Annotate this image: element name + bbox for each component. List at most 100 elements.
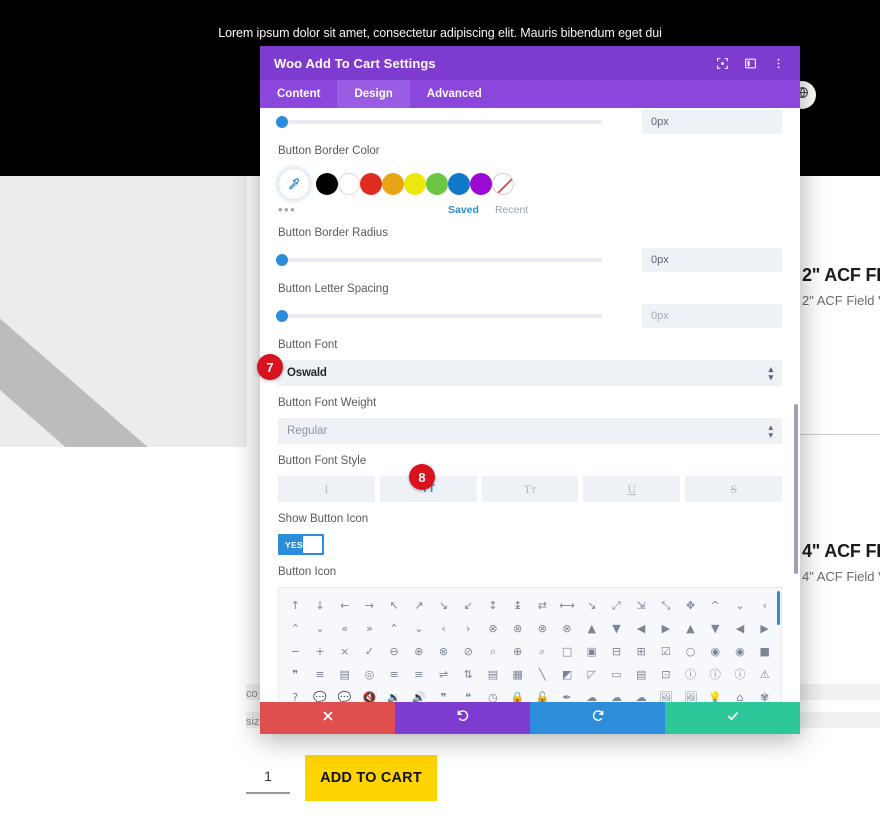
icon-option[interactable]: × [332, 640, 357, 663]
icon-option[interactable]: 🔇 [357, 686, 382, 702]
slider-knob[interactable] [276, 116, 288, 128]
icon-option[interactable]: ↘ [579, 594, 604, 617]
icon-option[interactable]: ❞ [431, 686, 456, 702]
icon-option[interactable]: ⌕ [481, 640, 506, 663]
icon-option[interactable]: 🖼 [678, 686, 703, 702]
icon-option[interactable]: ◷ [481, 686, 506, 702]
swatch-none[interactable] [492, 173, 514, 195]
icon-option[interactable]: ↨ [505, 594, 530, 617]
icon-option[interactable]: ⓘ [678, 663, 703, 686]
button-icon-picker[interactable]: ↑↓←→↖↗↘↙↕↨⇄⟷↘⤢⇲⤡✥^⌄‹⌃⌄«»⌃⌄‹›⊗⊗⊗⊗▲▼◀▶▲▼◀▶… [278, 587, 782, 702]
icon-option[interactable]: 💬 [308, 686, 333, 702]
icon-option[interactable]: ◀ [629, 617, 654, 640]
icon-option[interactable]: ↕ [481, 594, 506, 617]
layout-panel-icon[interactable] [743, 56, 758, 71]
icon-option[interactable]: ↖ [382, 594, 407, 617]
icon-option[interactable]: ☁ [629, 686, 654, 702]
button-font-weight-select[interactable]: Regular ▴▾ [278, 418, 782, 444]
icon-option[interactable]: ⌄ [407, 617, 432, 640]
icon-option[interactable]: » [357, 617, 382, 640]
quantity-input[interactable]: 1 [246, 760, 290, 794]
icon-option[interactable]: ▤ [332, 663, 357, 686]
save-button[interactable] [665, 702, 800, 734]
icon-option[interactable]: + [308, 640, 333, 663]
icon-option[interactable]: ✾ [752, 686, 777, 702]
letter-spacing-slider[interactable] [278, 314, 602, 318]
swatch-black[interactable] [316, 173, 338, 195]
border-width-slider[interactable] [278, 120, 602, 124]
icon-option[interactable]: ^ [703, 594, 728, 617]
icon-option[interactable]: ⊕ [407, 640, 432, 663]
icon-option[interactable]: ⚠ [752, 663, 777, 686]
icon-option[interactable]: ⤡ [654, 594, 679, 617]
undo-button[interactable] [395, 702, 530, 734]
swatch-yellow[interactable] [404, 173, 426, 195]
icon-option[interactable]: ◩ [555, 663, 580, 686]
icon-option[interactable]: ⊖ [382, 640, 407, 663]
letter-spacing-value[interactable]: 0px [642, 304, 782, 328]
icon-option[interactable]: ⊡ [654, 663, 679, 686]
icon-option[interactable]: ▲ [579, 617, 604, 640]
slider-knob[interactable] [276, 254, 288, 266]
icon-option[interactable]: ⌄ [308, 617, 333, 640]
icon-option[interactable]: ⓘ [728, 663, 753, 686]
icon-option[interactable]: ▣ [579, 640, 604, 663]
tab-advanced[interactable]: Advanced [410, 80, 499, 108]
icon-option[interactable]: ⌄ [728, 594, 753, 617]
icon-option[interactable]: − [283, 640, 308, 663]
icon-option[interactable]: › [456, 617, 481, 640]
icon-option[interactable]: ✥ [678, 594, 703, 617]
icon-option[interactable]: ⟷ [555, 594, 580, 617]
icon-option[interactable]: ☁ [579, 686, 604, 702]
slider-knob[interactable] [276, 310, 288, 322]
icon-option[interactable]: ≡ [407, 663, 432, 686]
icon-option[interactable]: 🔒 [505, 686, 530, 702]
swatch-purple[interactable] [470, 173, 492, 195]
icon-option[interactable]: ▼ [604, 617, 629, 640]
border-width-value[interactable]: 0px [642, 110, 782, 134]
icon-option[interactable]: ⇌ [431, 663, 456, 686]
icon-option[interactable]: ‹ [431, 617, 456, 640]
icon-option[interactable]: ▲ [678, 617, 703, 640]
icon-option[interactable]: ⤢ [604, 594, 629, 617]
icon-option[interactable]: ⇲ [629, 594, 654, 617]
icon-option[interactable]: ⊘ [456, 640, 481, 663]
icon-option[interactable]: ■ [752, 640, 777, 663]
icon-option[interactable]: ↑ [283, 594, 308, 617]
icon-option[interactable]: ◎ [357, 663, 382, 686]
icon-option[interactable]: ◉ [703, 640, 728, 663]
icon-option[interactable]: ⇅ [456, 663, 481, 686]
icon-option[interactable]: ❞ [283, 663, 308, 686]
icon-option[interactable]: 💡 [703, 686, 728, 702]
icon-option[interactable]: ☑ [654, 640, 679, 663]
icon-option[interactable]: ⊗ [431, 640, 456, 663]
icon-option[interactable]: ◉ [728, 640, 753, 663]
tab-design[interactable]: Design [337, 80, 409, 108]
icon-option[interactable]: ⌃ [382, 617, 407, 640]
icon-option[interactable]: ▼ [703, 617, 728, 640]
icon-option[interactable]: ? [283, 686, 308, 702]
icon-option[interactable]: ← [332, 594, 357, 617]
redo-button[interactable] [530, 702, 665, 734]
strikethrough-style-button[interactable]: S [685, 476, 782, 502]
icon-option[interactable]: 🖼 [654, 686, 679, 702]
icon-option[interactable]: ↓ [308, 594, 333, 617]
swatch-white[interactable] [338, 173, 360, 195]
icon-option[interactable]: ❝ [456, 686, 481, 702]
icon-option[interactable]: 🔊 [407, 686, 432, 702]
eyedropper-icon[interactable] [278, 168, 310, 200]
icon-option[interactable]: ⌂ [728, 686, 753, 702]
cancel-button[interactable] [260, 702, 395, 734]
icon-option[interactable]: ▶ [752, 617, 777, 640]
icon-option[interactable]: ⌕ [530, 640, 555, 663]
icon-option[interactable]: ⊟ [604, 640, 629, 663]
tab-content[interactable]: Content [260, 80, 337, 108]
modal-scrollbar[interactable] [794, 404, 798, 574]
icon-option[interactable]: ≡ [382, 663, 407, 686]
icon-option[interactable]: ⌃ [283, 617, 308, 640]
icon-option[interactable]: ▤ [481, 663, 506, 686]
swatch-blue[interactable] [448, 173, 470, 195]
icon-option[interactable]: ○ [678, 640, 703, 663]
icon-option[interactable]: ⇄ [530, 594, 555, 617]
border-radius-slider[interactable] [278, 258, 602, 262]
